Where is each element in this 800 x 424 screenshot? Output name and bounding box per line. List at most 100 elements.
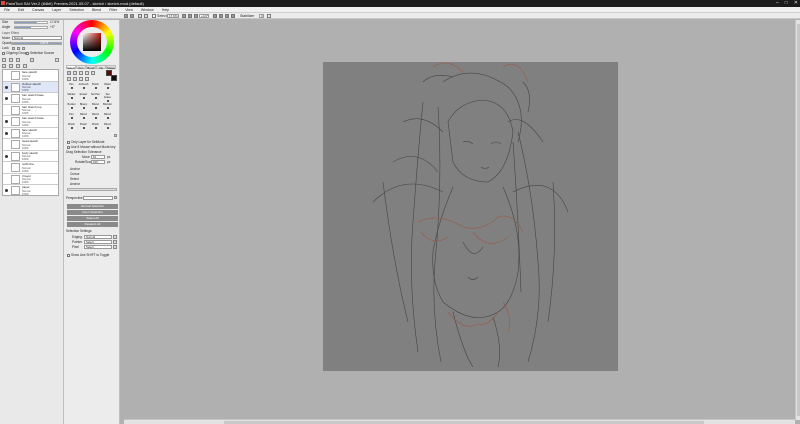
menu-window[interactable]: Window <box>141 7 154 12</box>
hand-icon[interactable] <box>79 77 83 81</box>
layer-row[interactable]: outfit line Normal 100% <box>3 162 58 174</box>
layer-row[interactable]: hair sketch top Normal 100% <box>3 105 58 116</box>
tool-button[interactable]: Pen <box>66 83 77 91</box>
zoom-icon[interactable] <box>67 77 71 81</box>
new-linework-icon[interactable] <box>9 58 13 62</box>
vertical-scrollbar[interactable] <box>795 20 800 420</box>
color-wheel[interactable] <box>70 20 114 64</box>
pixel-dropdown[interactable]: Select <box>84 245 112 249</box>
tool-button[interactable]: Brush <box>78 123 89 131</box>
clipping-group-checkbox[interactable] <box>2 52 5 55</box>
shift-toggle-checkbox[interactable] <box>67 254 70 257</box>
tool-button[interactable]: Brush <box>66 123 77 131</box>
tool-button[interactable]: Blend <box>102 113 113 121</box>
menu-help[interactable]: Help <box>162 7 169 12</box>
eyedropper-icon[interactable] <box>85 77 89 81</box>
tool-button[interactable]: Bucket <box>66 103 77 111</box>
tool-button[interactable]: Blend <box>78 113 89 121</box>
layer-row[interactable]: head sketch Normal 100% <box>3 139 58 151</box>
tool-button[interactable]: Marker <box>66 93 77 101</box>
visibility-eye-icon[interactable] <box>5 109 8 112</box>
visibility-eye-icon[interactable] <box>5 143 8 146</box>
menu-file[interactable]: File <box>4 7 10 12</box>
option-1[interactable]: Anchor <box>70 167 80 171</box>
drawing-canvas[interactable] <box>323 62 618 371</box>
new-folder-icon[interactable] <box>16 58 20 62</box>
zoom-in-icon[interactable] <box>182 14 186 18</box>
perspective-dropdown[interactable] <box>83 196 113 200</box>
visibility-eye-icon[interactable] <box>5 178 8 181</box>
undo-icon[interactable] <box>124 14 128 18</box>
zoom-field[interactable]: 17.6% <box>167 14 179 18</box>
tool-button[interactable]: Pen <box>66 113 77 121</box>
lock-paint-icon[interactable] <box>22 47 25 50</box>
lock-move-icon[interactable] <box>17 47 20 50</box>
layer-row[interactable]: face sketch Normal 100% <box>3 70 58 82</box>
delete-layer-icon[interactable] <box>23 64 27 68</box>
tool-button[interactable]: Brush <box>90 123 101 131</box>
tool-button[interactable]: Water <box>102 83 113 91</box>
merge-icon[interactable] <box>16 64 20 68</box>
mode-dropdown[interactable]: Normal <box>12 36 62 40</box>
tab-pen[interactable]: Pen <box>76 65 86 70</box>
angle-slider[interactable] <box>14 26 48 29</box>
rotate-icon[interactable] <box>73 77 77 81</box>
edging-dropdown[interactable]: Normal <box>84 235 112 239</box>
normal-selection-button[interactable]: Normal Selection <box>67 204 118 209</box>
layer-row[interactable]: hair sketch base Normal 100% <box>3 93 58 105</box>
rotate-left-icon[interactable] <box>213 14 217 18</box>
layer-row[interactable]: clothes sketch Normal 100% <box>3 81 58 93</box>
horizontal-scrollbar[interactable] <box>124 419 795 424</box>
close-button[interactable]: ✕ <box>794 0 798 7</box>
menu-layer[interactable]: Layer <box>52 7 61 12</box>
lock-transparency-icon[interactable] <box>12 47 15 50</box>
menu-selection[interactable]: Selection <box>69 7 84 12</box>
pointer-dropdown[interactable]: Select <box>84 240 112 244</box>
chevron-down-icon[interactable] <box>113 240 117 244</box>
tool-button[interactable]: Blender <box>102 103 113 111</box>
pin-icon[interactable] <box>267 14 271 18</box>
visibility-eye-icon[interactable] <box>5 120 8 123</box>
tool-button[interactable]: Blend <box>90 103 101 111</box>
selection-checkbox[interactable] <box>152 14 156 18</box>
rotate-tol-field[interactable]: 100 <box>91 160 105 164</box>
maximize-button[interactable]: □ <box>785 0 788 7</box>
visibility-eye-icon[interactable] <box>5 85 8 89</box>
tool-button[interactable]: Sel Erase <box>102 93 113 102</box>
selection-source-checkbox[interactable] <box>26 52 29 55</box>
text-icon[interactable] <box>91 71 95 75</box>
chevron-down-icon[interactable] <box>113 245 117 249</box>
layer-row[interactable]: body sketch Normal 100% <box>3 151 58 162</box>
menu-view[interactable]: View <box>125 7 133 12</box>
chevron-down-icon[interactable] <box>113 235 117 239</box>
layer-row[interactable]: face sketch Normal 100% <box>3 128 58 139</box>
invert-selection-button[interactable]: Invert Selection <box>67 210 118 215</box>
layer-menu-icon[interactable] <box>55 58 59 62</box>
invert-icon[interactable] <box>144 14 148 18</box>
flip-icon[interactable] <box>231 14 235 18</box>
clear-layer-icon[interactable] <box>9 64 13 68</box>
stabilizer-field[interactable]: 3 <box>259 14 264 18</box>
opacity-slider[interactable] <box>12 42 62 45</box>
option-3[interactable]: Select <box>70 177 79 181</box>
layer-row[interactable]: paper Normal 100% <box>3 185 58 195</box>
sub-color-swatch[interactable] <box>111 75 117 81</box>
lasso-icon[interactable] <box>73 71 77 75</box>
tool-button[interactable]: Airbrush <box>78 83 89 91</box>
select-all-button[interactable]: Select All <box>67 216 118 221</box>
tab-brush[interactable]: Brush <box>86 65 96 70</box>
select-rect-icon[interactable] <box>67 71 71 75</box>
tool-button[interactable]: Blend <box>90 113 101 121</box>
layer-row[interactable]: 3 layer Normal 100% <box>3 174 58 185</box>
tool-button[interactable]: Eraser <box>78 93 89 101</box>
visibility-eye-icon[interactable] <box>5 189 8 192</box>
tool-button[interactable]: Brush <box>90 83 101 91</box>
minimize-button[interactable]: – <box>776 0 779 7</box>
tool-grid-menu-icon[interactable] <box>114 134 117 137</box>
brush-size-slider[interactable] <box>14 21 48 24</box>
layer-effect-label[interactable]: Layer Effect <box>2 31 19 35</box>
copy-layer-icon[interactable] <box>30 58 34 62</box>
only-layer-checkbox[interactable] <box>67 141 70 144</box>
menu-edit[interactable]: Edit <box>18 7 24 12</box>
rotate-right-icon[interactable] <box>219 14 223 18</box>
